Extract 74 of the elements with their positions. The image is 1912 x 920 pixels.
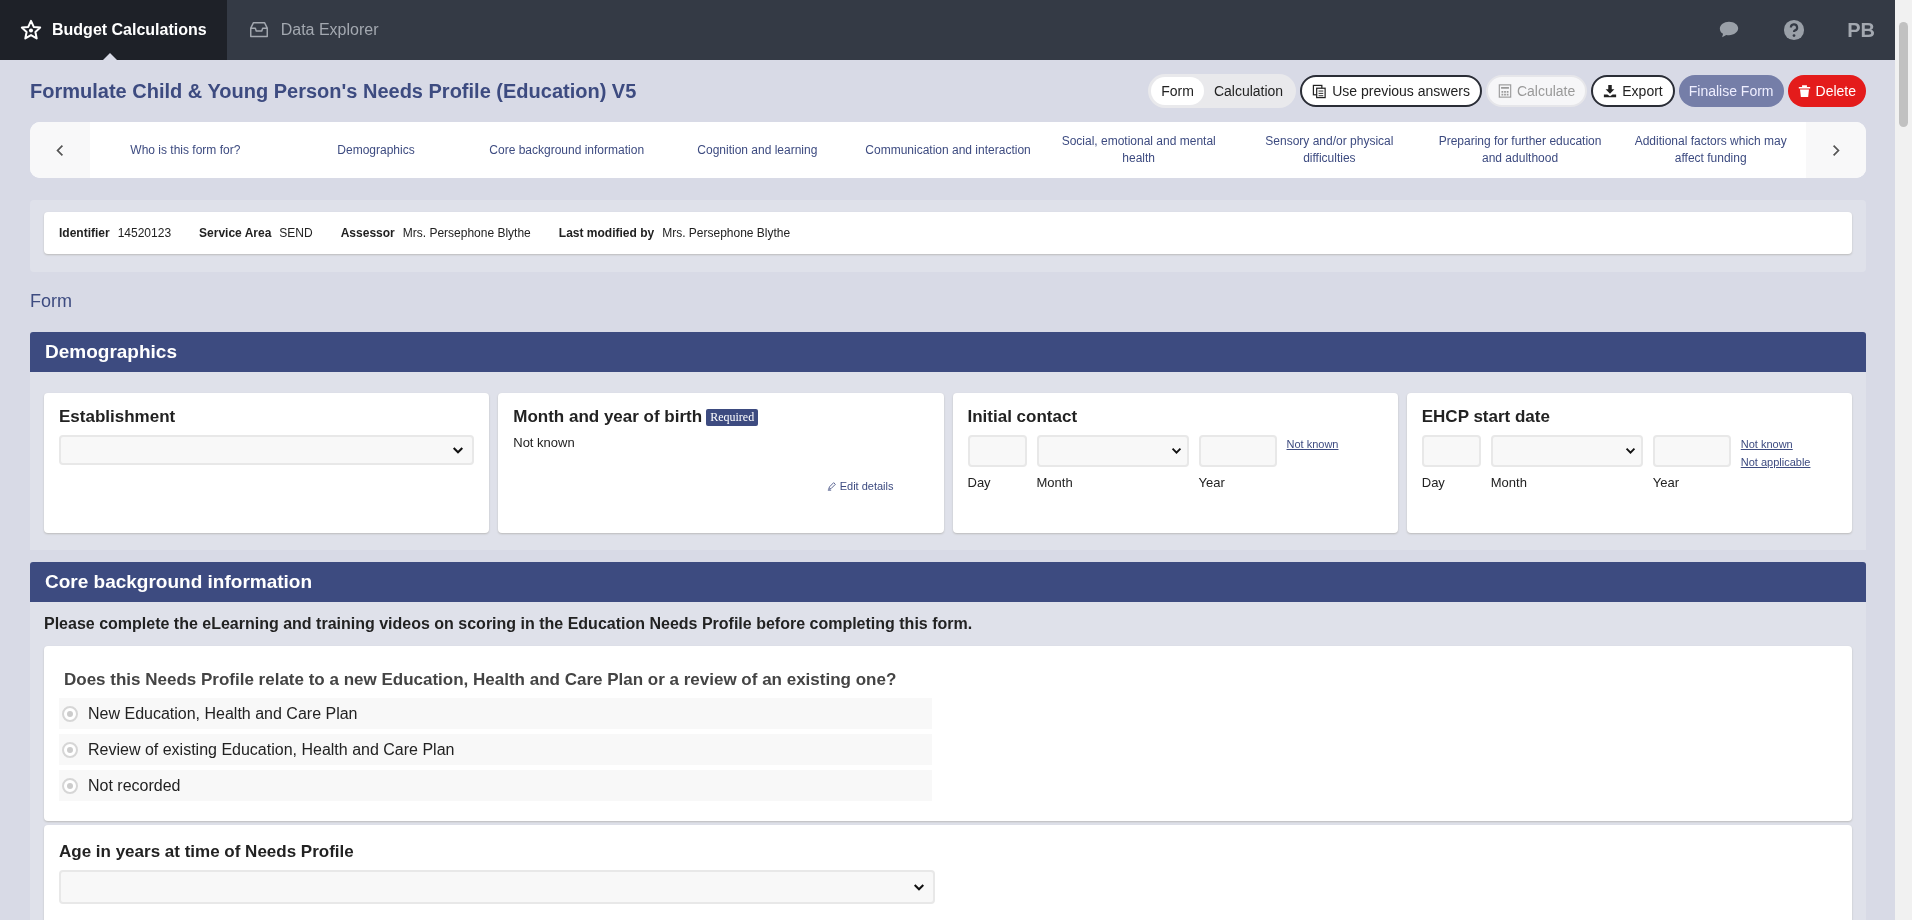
star-icon — [20, 19, 42, 41]
section-link[interactable]: Preparing for further education and adulthood — [1424, 133, 1616, 167]
radio-option[interactable]: Review of existing Education, Health and Care Plan — [59, 734, 932, 765]
view-toggle-option[interactable]: Form — [1151, 77, 1204, 105]
question-title: Initial contact — [967, 407, 1078, 427]
previous-button[interactable] — [30, 122, 90, 178]
option-link[interactable]: Not known — [1740, 438, 1811, 450]
page-title: Formulate Child & Young Person's Needs Profile (Education) V5 — [30, 79, 637, 103]
field-label: Day — [967, 475, 992, 490]
next-button[interactable] — [1806, 122, 1866, 178]
info-value: 14520123 — [117, 226, 172, 240]
section-link[interactable]: Communication and interaction — [852, 141, 1044, 159]
pen-icon — [826, 481, 837, 491]
section-link[interactable]: Who is this form for? — [90, 141, 281, 159]
radio-button[interactable] — [62, 741, 78, 758]
chevron-down-icon — [913, 882, 925, 892]
option-link[interactable]: Not known — [1286, 438, 1339, 450]
question-title: Establishment — [59, 407, 176, 427]
radio-button[interactable] — [62, 705, 78, 722]
chevron-down-icon — [452, 445, 465, 455]
help-icon[interactable] — [1783, 19, 1806, 41]
info-value: Mrs. Persephone Blythe — [662, 226, 791, 240]
action-button[interactable]: Use previous answers — [1300, 75, 1482, 107]
section-link[interactable]: Additional factors which may affect funding — [1615, 133, 1807, 167]
option-link[interactable]: Not applicable — [1740, 456, 1811, 468]
info-label: Service Area — [199, 226, 272, 240]
action-button[interactable]: Delete — [1787, 75, 1866, 107]
edit-details-link[interactable]: Edit details — [826, 480, 894, 492]
user-initials[interactable]: PB — [1847, 18, 1875, 42]
instruction-text: Please complete the eLearning and training videos on scoring in the Education Needs Profile before completing this form. — [44, 615, 974, 633]
trash-icon — [1797, 84, 1811, 98]
form-heading: Form — [30, 291, 73, 312]
field-label: Day — [1421, 475, 1446, 490]
dropdown-field[interactable] — [59, 870, 935, 904]
calculator-icon — [1497, 84, 1512, 98]
section-link[interactable]: Sensory and/or physical difficulties — [1234, 133, 1425, 167]
app-tab[interactable]: Budget Calculations — [0, 0, 227, 60]
section-link[interactable]: Core background information — [471, 141, 662, 159]
section-header: Demographics — [30, 332, 1866, 372]
info-label: Last modified by — [558, 226, 655, 240]
question-title: Age in years at time of Needs Profile — [59, 842, 355, 862]
section-link[interactable]: Demographics — [280, 141, 472, 159]
chevron-down-icon — [1170, 447, 1182, 455]
app-tab[interactable]: Data Explorer — [226, 0, 399, 60]
info-value: Mrs. Persephone Blythe — [402, 226, 531, 240]
chevron-down-icon — [1624, 447, 1636, 455]
chevron-right-icon — [1832, 143, 1840, 157]
radio-option[interactable]: New Education, Health and Care Plan — [59, 698, 932, 729]
field-label: Month — [1036, 475, 1074, 490]
question-title: Month and year of birth — [513, 407, 703, 427]
month-dropdown[interactable] — [1490, 435, 1643, 467]
action-button[interactable]: Export — [1591, 75, 1675, 107]
info-label: Assessor — [340, 226, 395, 240]
chevron-left-icon — [56, 143, 64, 157]
info-label: Identifier — [59, 226, 110, 240]
view-toggle-option[interactable]: Calculation — [1203, 77, 1294, 105]
field-label: Year — [1652, 475, 1681, 490]
download-icon — [1603, 84, 1618, 98]
question-title: Does this Needs Profile relate to a new Education, Health and Care Plan or a review of an existing one? — [63, 670, 898, 690]
section-link[interactable]: Cognition and learning — [662, 141, 853, 159]
copy-icon — [1312, 83, 1328, 99]
field-label: Month — [1490, 475, 1528, 490]
radio-button[interactable] — [62, 777, 78, 794]
tab-pointer-icon — [102, 53, 118, 61]
info-value: SEND — [279, 226, 313, 240]
required-badge: Required — [706, 408, 759, 426]
section-header: Core background information — [30, 562, 1866, 602]
section-link[interactable]: Social, emotional and mental health — [1043, 133, 1235, 167]
answer-text: Not known — [513, 435, 576, 450]
month-dropdown[interactable] — [1036, 435, 1189, 467]
field-label: Year — [1198, 475, 1226, 490]
radio-option[interactable]: Not recorded — [59, 770, 932, 801]
dropdown-field[interactable] — [59, 435, 475, 465]
question-title: EHCP start date — [1421, 407, 1550, 427]
